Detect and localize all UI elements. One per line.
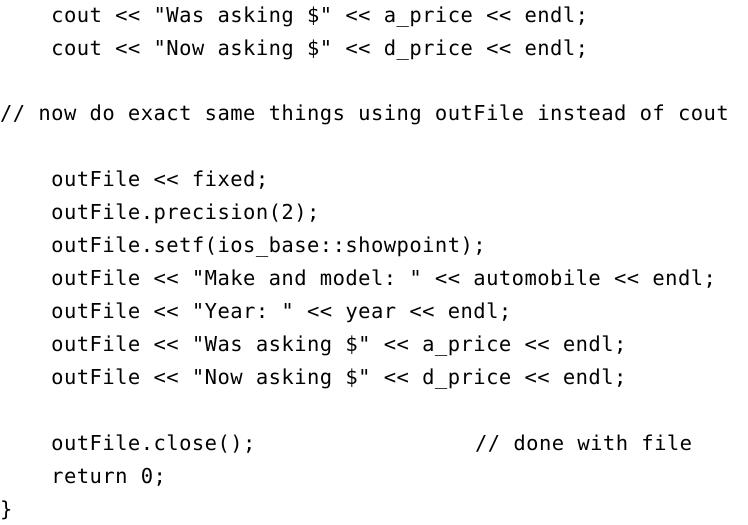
code-line: outFile << "Now asking $" << d_price << … bbox=[0, 365, 627, 389]
code-line: outFile << "Was asking $" << a_price << … bbox=[0, 332, 627, 356]
code-line: outFile.close(); bbox=[0, 431, 256, 455]
code-line: outFile.precision(2); bbox=[0, 200, 320, 224]
code-line: cout << "Was asking $" << a_price << end… bbox=[0, 3, 589, 27]
code-line: outFile << "Make and model: " << automob… bbox=[0, 266, 717, 290]
code-line: outFile << fixed; bbox=[0, 167, 269, 191]
code-line: outFile.setf(ios_base::showpoint); bbox=[0, 233, 487, 257]
code-line: outFile << "Year: " << year << endl; bbox=[0, 299, 512, 323]
inline-comment: // done with file bbox=[475, 431, 693, 455]
code-line: // now do exact same things using outFil… bbox=[0, 101, 730, 125]
scanned-code-page: cout << "Was asking $" << a_price << end… bbox=[0, 0, 748, 525]
code-line: return 0; bbox=[0, 464, 167, 488]
code-line: cout << "Now asking $" << d_price << end… bbox=[0, 36, 589, 60]
code-line: } bbox=[0, 497, 13, 521]
